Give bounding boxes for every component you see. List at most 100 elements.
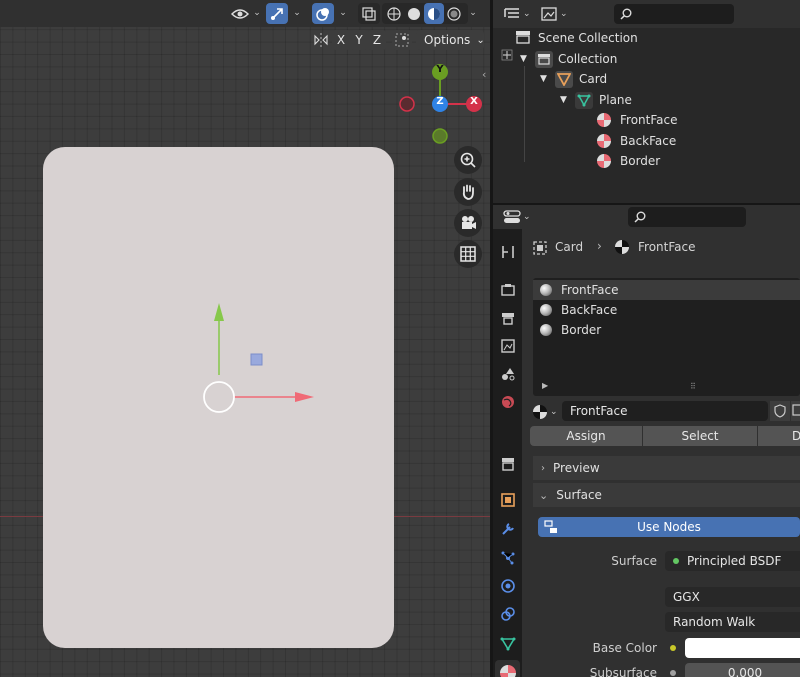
transform-gizmo[interactable] [195, 295, 325, 425]
outliner-row-scene-collection[interactable]: Scene Collection [493, 28, 800, 48]
move-free-handle[interactable] [203, 381, 235, 413]
physics-tab-icon[interactable] [495, 573, 520, 598]
outliner-panel: ⌄ ⌄ Scene Collection ▼ Collection ▼ Card [493, 0, 800, 203]
editor-type-icon[interactable]: ⌄ [503, 207, 533, 227]
material-icon [597, 154, 611, 168]
preview-panel-title: Preview [553, 461, 600, 475]
wireframe-shading-icon[interactable] [384, 3, 404, 24]
gizmo-y-label: Y [436, 64, 444, 75]
display-mode-icon[interactable]: ⌄ [503, 5, 533, 23]
output-tab-icon[interactable] [495, 305, 520, 330]
overlays-dropdown-icon[interactable]: ⌄ [336, 5, 350, 21]
surface-shader-field[interactable]: Principled BSDF [665, 551, 800, 571]
particles-tab-icon[interactable] [495, 545, 520, 570]
options-label: Options [424, 33, 471, 47]
material-slot-backface[interactable]: BackFace [533, 300, 800, 320]
move-xy-plane-handle[interactable] [250, 353, 263, 366]
mirror-z-button[interactable]: Z [368, 30, 386, 50]
render-tab-icon[interactable] [495, 277, 520, 302]
outliner-label: FrontFace [620, 113, 678, 127]
base-color-swatch[interactable] [685, 638, 800, 658]
assign-button[interactable]: Assign [530, 426, 642, 446]
outliner-row-card[interactable]: ▼ Card [493, 69, 800, 89]
material-icon [597, 134, 611, 148]
gizmo-y-negative[interactable] [432, 128, 448, 144]
material-name-field[interactable]: FrontFace [562, 401, 768, 421]
duplicate-material-icon[interactable] [791, 401, 800, 421]
mirror-icon[interactable] [312, 30, 330, 50]
camera-view-icon[interactable] [454, 209, 482, 237]
search-icon [620, 8, 632, 20]
outliner-row-backface[interactable]: BackFace [493, 131, 800, 151]
material-tab-icon[interactable] [495, 660, 520, 677]
outliner-row-frontface[interactable]: FrontFace [493, 110, 800, 130]
expand-arrow-icon[interactable]: ▼ [560, 95, 567, 105]
expand-arrow-icon[interactable]: ▼ [520, 54, 527, 64]
outliner-row-plane[interactable]: ▼ Plane [493, 90, 800, 110]
mesh-data-icon [575, 91, 593, 109]
mirror-x-button[interactable]: X [332, 30, 350, 50]
expand-arrow-icon[interactable]: ▼ [540, 74, 547, 84]
area-divider-horizontal[interactable] [493, 203, 800, 205]
material-slot-label: FrontFace [561, 283, 619, 297]
3d-viewport[interactable]: ⌄ ⌄ ⌄ ⌄ X Y Z Options ⌄ ‹ Y Z X [0, 0, 490, 677]
deselect-button[interactable]: D [758, 426, 800, 446]
move-x-arrow-icon[interactable] [295, 392, 314, 402]
list-resize-handle-icon[interactable]: ⠿ [690, 382, 697, 391]
shading-dropdown-icon[interactable]: ⌄ [466, 5, 480, 21]
outliner-label: BackFace [620, 134, 677, 148]
material-slot-border[interactable]: Border [533, 320, 800, 340]
move-y-arrow-icon[interactable] [214, 303, 224, 321]
constraints-tab-icon[interactable] [495, 601, 520, 626]
filter-icon[interactable]: ⌄ [541, 5, 571, 23]
solid-shading-icon[interactable] [404, 3, 424, 24]
fake-user-shield-icon[interactable] [770, 401, 790, 421]
surface-label: Surface [611, 554, 657, 568]
material-icon [615, 240, 629, 254]
scene-tab-icon[interactable] [495, 361, 520, 386]
gizmo-dropdown-icon[interactable]: ⌄ [290, 5, 304, 21]
material-preview-shading-icon[interactable] [424, 3, 444, 24]
area-divider-vertical[interactable] [490, 0, 493, 677]
world-tab-icon[interactable] [495, 389, 520, 414]
properties-search-input[interactable] [628, 207, 746, 227]
object-tab-icon[interactable] [495, 487, 520, 512]
row-toggle-icon[interactable] [501, 49, 513, 64]
collection-tab-icon[interactable] [495, 451, 520, 476]
outliner-row-border[interactable]: Border [493, 151, 800, 171]
mirror-y-button[interactable]: Y [350, 30, 368, 50]
breadcrumb-object: Card [555, 240, 584, 254]
outliner-search-input[interactable] [614, 4, 734, 24]
auto-merge-icon[interactable] [392, 30, 412, 50]
select-button[interactable]: Select [643, 426, 757, 446]
data-tab-icon[interactable] [495, 631, 520, 656]
list-expand-icon[interactable]: ▶ [542, 381, 548, 390]
modifier-tab-icon[interactable] [495, 516, 520, 541]
preview-panel-header[interactable]: › Preview [533, 456, 800, 480]
view-layer-tab-icon[interactable] [495, 333, 520, 358]
zoom-icon[interactable] [454, 146, 482, 174]
gizmo-toggle-icon[interactable] [266, 3, 288, 24]
options-button[interactable]: Options ⌄ [416, 30, 485, 50]
gizmo-x-negative[interactable] [399, 96, 415, 112]
material-slot-label: Border [561, 323, 602, 337]
rendered-shading-icon[interactable] [444, 3, 464, 24]
subsurface-method-dropdown[interactable]: Random Walk [665, 612, 800, 632]
distribution-dropdown[interactable]: GGX [665, 587, 800, 607]
outliner-row-collection[interactable]: ▼ Collection [493, 49, 800, 69]
visibility-icon[interactable] [228, 3, 252, 24]
visibility-dropdown-icon[interactable]: ⌄ [250, 5, 264, 21]
browse-material-icon[interactable]: ⌄ [533, 402, 561, 422]
grid-view-icon[interactable] [454, 240, 482, 268]
material-slot-frontface[interactable]: FrontFace [533, 280, 800, 300]
tool-tab-icon[interactable] [495, 239, 520, 264]
surface-panel-header[interactable]: ⌄ Surface [533, 483, 800, 507]
use-nodes-button[interactable]: Use Nodes [538, 517, 800, 537]
subsurface-value-field[interactable]: 0.000 [685, 663, 800, 677]
gizmo-x-label: X [470, 96, 478, 107]
xray-icon[interactable] [358, 3, 380, 24]
overlays-icon[interactable] [312, 3, 334, 24]
pan-hand-icon[interactable] [454, 178, 482, 206]
material-sphere-icon [540, 284, 552, 296]
scene-collection-icon [515, 30, 531, 47]
